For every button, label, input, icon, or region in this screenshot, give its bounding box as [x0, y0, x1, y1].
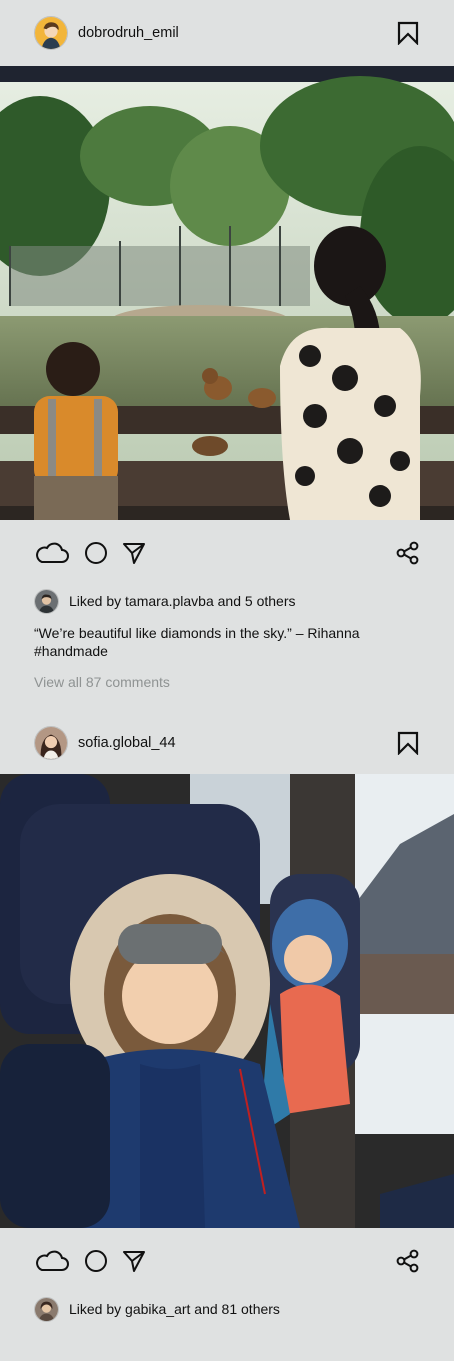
username[interactable]: dobrodruh_emil [78, 25, 179, 41]
post-actions [0, 1228, 454, 1294]
post-actions-left [34, 1249, 146, 1273]
post-photo[interactable] [0, 66, 454, 520]
send-icon[interactable] [122, 541, 146, 565]
bookmark-icon[interactable] [396, 731, 420, 755]
circle-icon[interactable] [84, 1249, 108, 1273]
cloud-icon[interactable] [34, 541, 70, 565]
post-photo[interactable] [0, 774, 454, 1228]
avatar[interactable] [34, 16, 68, 50]
bookmark-icon[interactable] [396, 21, 420, 45]
feed: dobrodruh_emil Liked by tamara.plavba an… [0, 0, 454, 1361]
likes-row: Liked by tamara.plavba and 5 others [0, 586, 454, 616]
share-icon[interactable] [396, 541, 420, 565]
avatar[interactable] [34, 1296, 59, 1322]
likes-text[interactable]: Liked by tamara.plavba and 5 others [69, 593, 295, 609]
cloud-icon[interactable] [34, 1249, 70, 1273]
post-header: dobrodruh_emil [0, 0, 454, 66]
post-user[interactable]: dobrodruh_emil [34, 16, 179, 50]
username[interactable]: sofia.global_44 [78, 735, 176, 751]
view-comments-link[interactable]: View all 87 comments [0, 674, 454, 690]
post-caption: “We’re beautiful like diamonds in the sk… [0, 624, 400, 660]
post-user[interactable]: sofia.global_44 [34, 726, 176, 760]
share-icon[interactable] [396, 1249, 420, 1273]
avatar[interactable] [34, 588, 59, 614]
circle-icon[interactable] [84, 541, 108, 565]
caption-hashtag[interactable]: #handmade [34, 642, 366, 660]
send-icon[interactable] [122, 1249, 146, 1273]
avatar[interactable] [34, 726, 68, 760]
post-actions-left [34, 541, 146, 565]
likes-text[interactable]: Liked by gabika_art and 81 others [69, 1301, 280, 1317]
likes-row: Liked by gabika_art and 81 others [0, 1294, 454, 1324]
post-header: sofia.global_44 [0, 712, 454, 774]
caption-text: “We’re beautiful like diamonds in the sk… [34, 625, 360, 641]
post-actions [0, 520, 454, 586]
